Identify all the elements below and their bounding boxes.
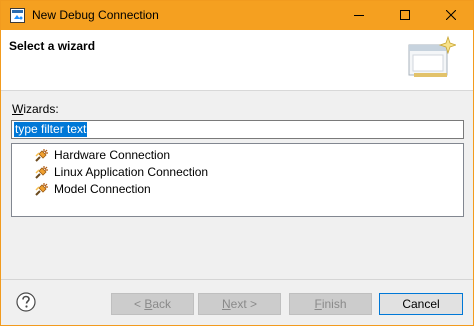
tree-item-label: Hardware Connection [54,148,171,162]
footer-separator [1,279,473,280]
minimize-icon [354,15,364,16]
debug-app-icon [10,8,25,23]
tree-item-label: Linux Application Connection [54,165,209,179]
close-button[interactable] [428,1,473,30]
minimize-button[interactable] [336,1,382,30]
page-title: Select a wizard [9,39,96,53]
connection-icon [34,147,50,163]
cancel-button[interactable]: Cancel [379,293,463,315]
help-button[interactable] [16,292,36,312]
title-bar[interactable]: New Debug Connection [1,1,473,30]
close-icon [446,10,456,20]
wizards-label: Wizards: [12,102,59,116]
back-button[interactable]: < Back [111,293,194,315]
maximize-icon [400,10,410,20]
connection-icon [34,164,50,180]
filter-input[interactable]: type filter text [11,120,464,139]
window-title: New Debug Connection [32,8,159,22]
wizard-tree[interactable]: Hardware Connection Linux Application Co… [11,143,464,217]
dialog-window: New Debug Connection Select a wizard Wiz… [0,0,474,326]
finish-button[interactable]: Finish [289,293,372,315]
wizard-header: Select a wizard [1,30,473,91]
wizard-banner-icon [404,35,458,83]
connection-icon [34,181,50,197]
filter-text-selected: type filter text [14,122,88,137]
help-icon [16,292,36,312]
tree-item-label: Model Connection [54,182,151,196]
next-button[interactable]: Next > [198,293,281,315]
maximize-button[interactable] [382,1,428,30]
